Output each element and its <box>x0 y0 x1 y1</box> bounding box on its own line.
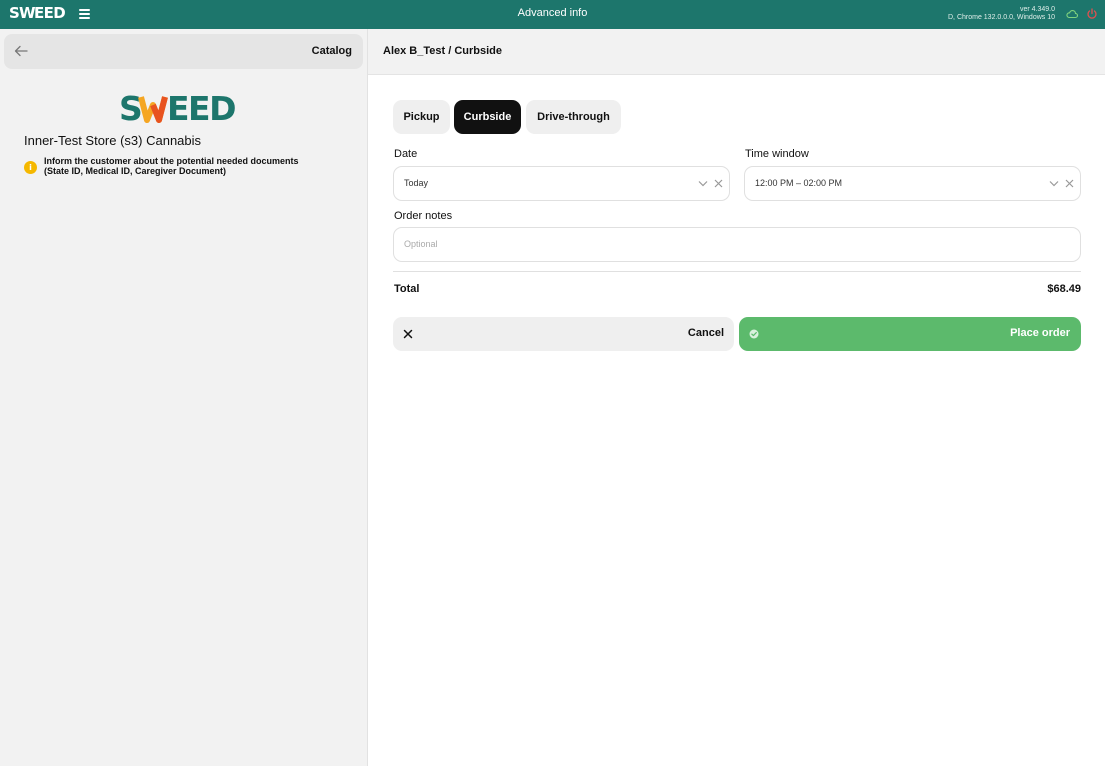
date-value: Today <box>404 178 429 188</box>
back-to-catalog-button[interactable]: Catalog <box>4 34 363 69</box>
clear-icon[interactable] <box>1065 179 1074 188</box>
arrow-left-icon <box>14 45 28 57</box>
cancel-label: Cancel <box>687 327 724 339</box>
notice-line-1: Inform the customer about the potential … <box>44 156 299 166</box>
check-circle-icon <box>749 329 759 339</box>
advanced-info-link[interactable]: Advanced info <box>518 7 588 19</box>
cancel-button[interactable]: Cancel <box>393 317 734 351</box>
tab-curbside[interactable]: Curbside <box>454 100 521 134</box>
store-name: Inner-Test Store (s3) Cannabis <box>24 133 202 148</box>
svg-text:S: S <box>119 91 141 125</box>
breadcrumb: Alex B_Test / Curbside <box>383 45 502 57</box>
browser-info: D, Chrome 132.0.0.0, Windows 10 <box>948 14 1055 21</box>
info-icon: i <box>24 161 37 174</box>
date-label: Date <box>394 148 418 160</box>
place-order-label: Place order <box>1010 327 1070 339</box>
date-select[interactable]: Today <box>393 166 730 201</box>
catalog-label: Catalog <box>311 45 352 57</box>
power-icon[interactable] <box>1086 8 1098 20</box>
clear-icon[interactable] <box>714 179 723 188</box>
divider <box>393 271 1081 272</box>
place-order-button[interactable]: Place order <box>739 317 1081 351</box>
tab-drive-through[interactable]: Drive-through <box>526 100 621 134</box>
svg-text:EED: EED <box>167 91 235 125</box>
version-info: ver 4.349.0 D, Chrome 132.0.0.0, Windows… <box>948 6 1055 22</box>
chevron-down-icon[interactable] <box>698 180 708 187</box>
total-label: Total <box>394 283 420 295</box>
sidebar-panel: Catalog S EED Inner-Test Store (s3) Cann… <box>0 29 368 766</box>
version-number: ver 4.349.0 <box>1019 6 1055 13</box>
close-icon <box>403 329 413 339</box>
order-header: Alex B_Test / Curbside <box>368 29 1105 75</box>
chevron-down-icon[interactable] <box>1049 180 1059 187</box>
cloud-icon[interactable] <box>1066 9 1078 19</box>
notice-line-2: (State ID, Medical ID, Caregiver Documen… <box>44 166 227 176</box>
store-logo: S EED <box>119 91 237 125</box>
tab-pickup[interactable]: Pickup <box>393 100 450 134</box>
time-window-label: Time window <box>745 148 809 160</box>
total-value: $68.49 <box>1047 283 1081 295</box>
time-window-select[interactable]: 12:00 PM – 02:00 PM <box>744 166 1081 201</box>
top-bar: S W EED Advanced info ver 4.349.0 D, Chr… <box>0 0 1105 29</box>
time-window-value: 12:00 PM – 02:00 PM <box>755 178 843 188</box>
order-notes-input[interactable]: Optional <box>393 227 1081 262</box>
order-notes-label: Order notes <box>394 210 453 222</box>
order-notes-placeholder: Optional <box>404 239 438 249</box>
